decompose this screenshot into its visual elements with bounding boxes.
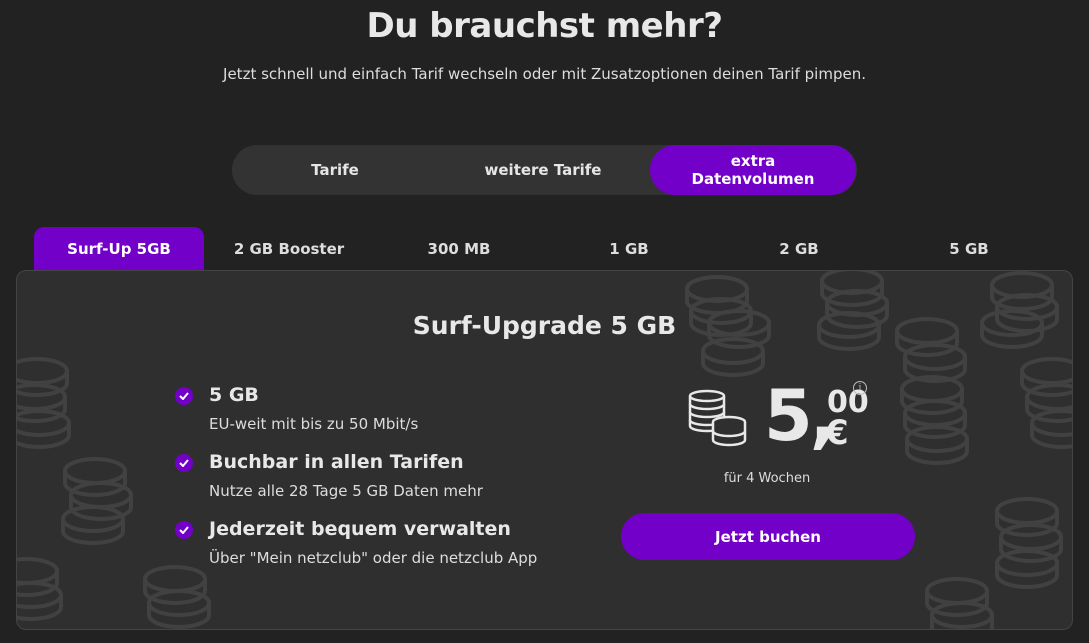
feature-title: Jederzeit bequem verwalten: [209, 518, 511, 540]
check-icon: [175, 454, 193, 472]
tab-5gb[interactable]: 5 GB: [884, 227, 1054, 271]
tab-surf-up-5gb[interactable]: Surf-Up 5GB: [34, 227, 204, 271]
price-main: 5,: [764, 375, 836, 457]
check-icon: [175, 387, 193, 405]
category-switcher: Tarife weitere Tarife extra Datenvolumen: [232, 145, 857, 195]
info-icon[interactable]: i: [853, 381, 867, 395]
page-title: Du brauchst mehr?: [366, 6, 723, 46]
feature-title: Buchbar in allen Tarifen: [209, 451, 464, 473]
switch-tarife[interactable]: Tarife: [232, 145, 438, 195]
price-currency: €: [825, 413, 849, 453]
offer-card: Surf-Upgrade 5 GB 5 GB EU-weit mit bis z…: [16, 270, 1073, 630]
switch-extra-datenvolumen[interactable]: extra Datenvolumen: [650, 145, 856, 195]
tab-300mb[interactable]: 300 MB: [374, 227, 544, 271]
check-icon: [175, 521, 193, 539]
switch-extra-datenvolumen-label: extra Datenvolumen: [691, 152, 815, 188]
tab-2gb-booster[interactable]: 2 GB Booster: [204, 227, 374, 271]
switch-weitere-tarife[interactable]: weitere Tarife: [440, 145, 646, 195]
book-button[interactable]: Jetzt buchen: [621, 513, 915, 560]
page-subtitle: Jetzt schnell und einfach Tarif wechseln…: [223, 65, 866, 83]
feature-subtitle: Nutze alle 28 Tage 5 GB Daten mehr: [209, 482, 483, 500]
feature-subtitle: EU-weit mit bis zu 50 Mbit/s: [209, 415, 419, 433]
option-tabs: Surf-Up 5GB 2 GB Booster 300 MB 1 GB 2 G…: [34, 227, 1054, 271]
feature-subtitle: Über "Mein netzclub" oder die netzclub A…: [209, 549, 538, 567]
price-period: für 4 Wochen: [723, 471, 811, 486]
coins-icon: [688, 389, 747, 447]
tab-2gb[interactable]: 2 GB: [714, 227, 884, 271]
offer-title: Surf-Upgrade 5 GB: [412, 311, 677, 340]
feature-title: 5 GB: [209, 384, 259, 406]
tab-1gb[interactable]: 1 GB: [544, 227, 714, 271]
